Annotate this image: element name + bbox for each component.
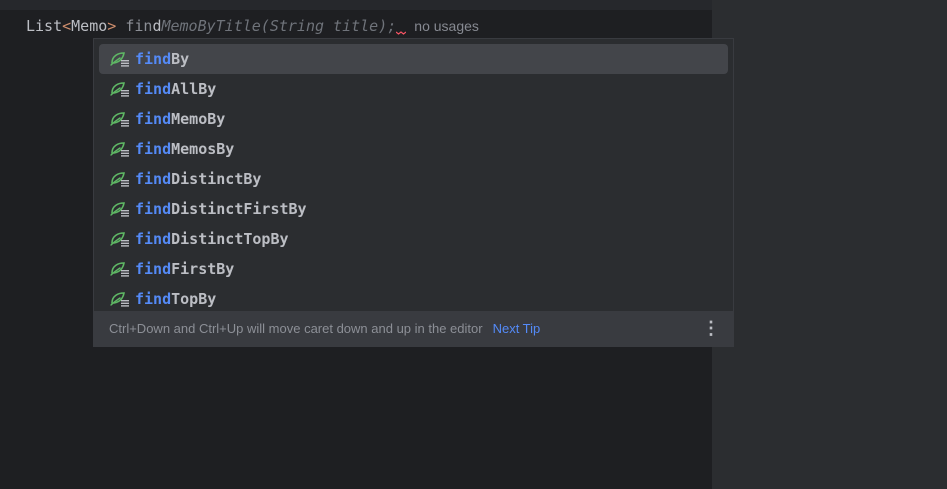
completion-item-match: find (135, 170, 172, 188)
right-side-panel (712, 0, 947, 489)
open-angle: < (62, 17, 72, 35)
completion-item-match: find (135, 50, 172, 68)
typed-prefix: fin (125, 17, 153, 35)
completion-item-rest: TopBy (171, 290, 217, 308)
completion-item-rest: MemoBy (171, 110, 226, 128)
completion-list[interactable]: find By find AllBy find MemoBy find MemosBy find… (94, 44, 733, 314)
completion-item-match: find (135, 260, 172, 278)
editor-top-strip (0, 0, 712, 10)
completion-item[interactable]: find DistinctBy (99, 164, 728, 194)
completion-item-match: find (135, 110, 172, 128)
spring-data-method-icon (109, 50, 131, 68)
completion-item-rest: DistinctBy (171, 170, 262, 188)
completion-item[interactable]: find MemoBy (99, 104, 728, 134)
close-angle: > (107, 17, 117, 35)
ghost-completion: MemoByTitle(String title); (161, 17, 397, 35)
error-squiggle-icon (396, 15, 407, 37)
completion-item[interactable]: find DistinctFirstBy (99, 194, 728, 224)
completion-item[interactable]: find FirstBy (99, 254, 728, 284)
completion-item-match: find (135, 140, 172, 158)
completion-item[interactable]: find TopBy (99, 284, 728, 314)
spring-data-method-icon (109, 290, 131, 308)
spring-data-method-icon (109, 200, 131, 218)
footer-tip-text: Ctrl+Down and Ctrl+Up will move caret do… (109, 321, 483, 336)
completion-item-match: find (135, 230, 172, 248)
completion-popup[interactable]: find By find AllBy find MemoBy find MemosBy find… (93, 38, 734, 347)
completion-item-rest: MemosBy (171, 140, 235, 158)
completion-item-match: find (135, 290, 172, 308)
next-tip-link[interactable]: Next Tip (493, 321, 541, 336)
spring-data-method-icon (109, 170, 131, 188)
spring-data-method-icon (109, 80, 131, 98)
usage-hint[interactable]: no usages (414, 18, 479, 34)
completion-item[interactable]: find DistinctTopBy (99, 224, 728, 254)
completion-item-rest: By (171, 50, 190, 68)
spring-data-method-icon (109, 140, 131, 158)
type-name: List (26, 17, 63, 35)
completion-item-rest: AllBy (171, 80, 217, 98)
completion-item-rest: FirstBy (171, 260, 235, 278)
completion-item[interactable]: find AllBy (99, 74, 728, 104)
completion-item[interactable]: find MemosBy (99, 134, 728, 164)
spring-data-method-icon (109, 230, 131, 248)
spring-data-method-icon (109, 260, 131, 278)
spring-data-method-icon (109, 110, 131, 128)
generic-type: Memo (71, 17, 108, 35)
completion-item[interactable]: find By (99, 44, 728, 74)
completion-footer: Ctrl+Down and Ctrl+Up will move caret do… (94, 311, 733, 346)
completion-item-rest: DistinctTopBy (171, 230, 289, 248)
vertical-ellipsis-icon[interactable]: ⋮ (701, 311, 721, 346)
completion-item-match: find (135, 200, 172, 218)
code-line[interactable]: List<Memo> findMemoByTitle(String title)… (26, 15, 479, 37)
completion-item-rest: DistinctFirstBy (171, 200, 307, 218)
completion-item-match: find (135, 80, 172, 98)
